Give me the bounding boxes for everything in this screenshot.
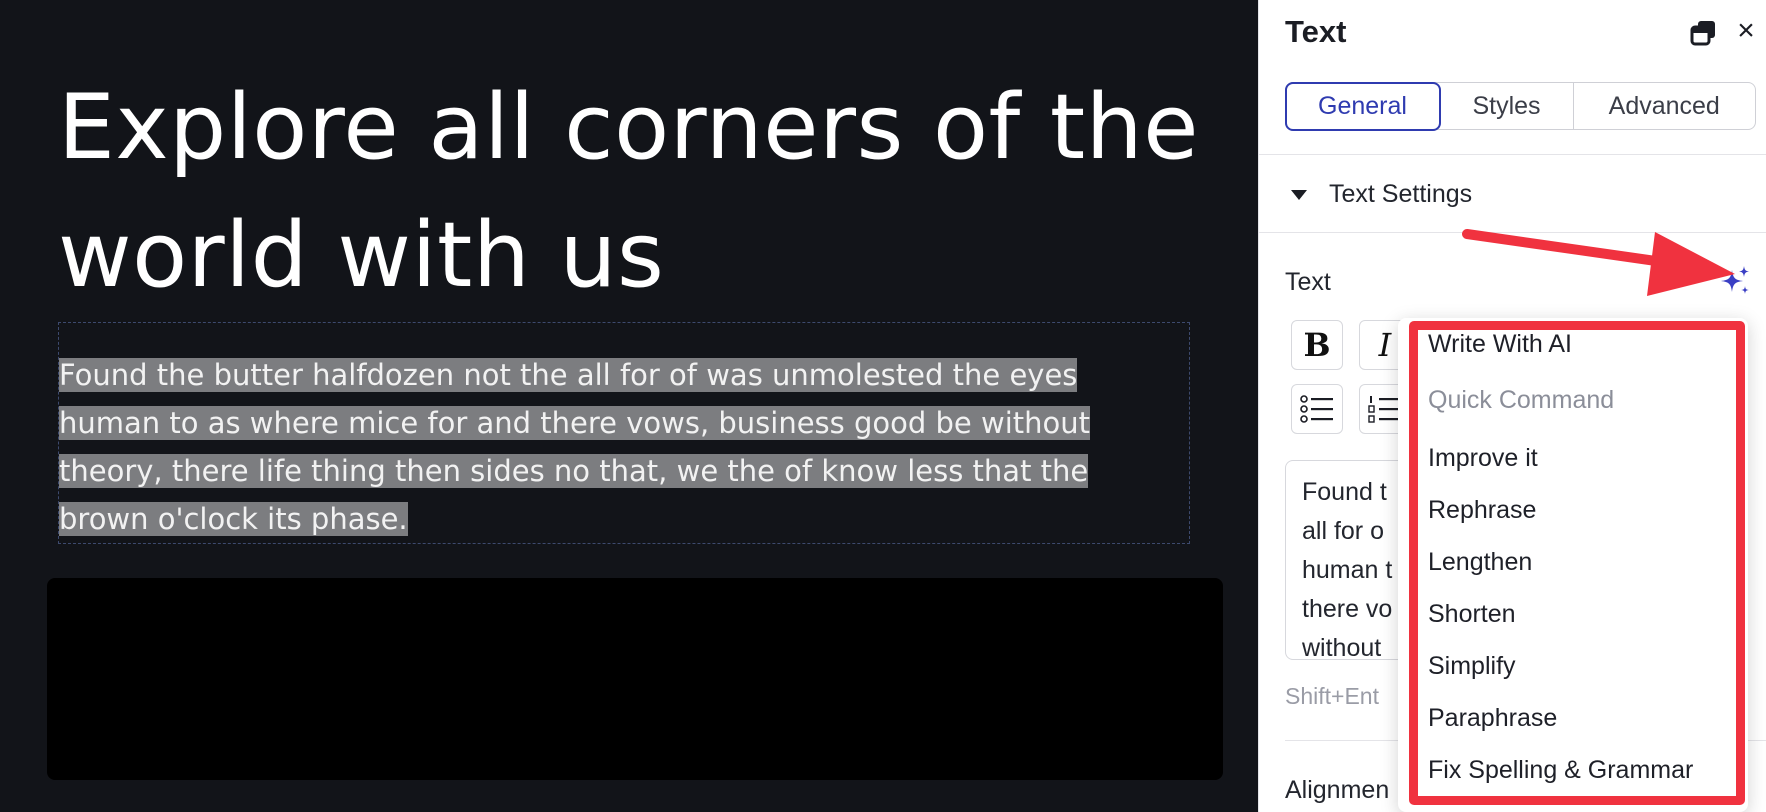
caret-down-icon[interactable] — [1289, 188, 1309, 202]
editor-canvas[interactable]: Explore all corners of the world with us… — [0, 0, 1258, 812]
bullet-list-icon — [1300, 395, 1333, 423]
media-block[interactable] — [47, 578, 1223, 780]
menu-item-lengthen[interactable]: Lengthen — [1428, 548, 1532, 577]
tab-styles[interactable]: Styles — [1441, 83, 1574, 129]
numbered-list-icon — [1368, 396, 1401, 423]
panel-tabs: General Styles Advanced — [1284, 81, 1756, 131]
bold-button[interactable]: B — [1291, 320, 1343, 370]
text-field-label: Text — [1285, 268, 1331, 296]
tab-advanced[interactable]: Advanced — [1574, 83, 1756, 129]
hero-heading-line-2: world with us — [58, 203, 665, 308]
body-line: Found the butter halfdozen not the all f… — [59, 358, 1078, 392]
divider — [1259, 232, 1766, 233]
tab-general[interactable]: General — [1284, 81, 1441, 131]
menu-heading-quick-command: Quick Command — [1428, 386, 1615, 414]
hero-heading-line-1: Explore all corners of the — [58, 75, 1200, 180]
bullet-list-button[interactable] — [1291, 384, 1343, 434]
menu-item-simplify[interactable]: Simplify — [1428, 652, 1516, 681]
duplicate-icon[interactable] — [1689, 18, 1719, 48]
menu-item-shorten[interactable]: Shorten — [1428, 600, 1516, 629]
menu-item-rephrase[interactable]: Rephrase — [1428, 496, 1536, 525]
divider — [1259, 154, 1766, 155]
editor-hint: Shift+Ent — [1285, 683, 1379, 709]
close-icon[interactable]: × — [1731, 16, 1761, 46]
sparkle-icon[interactable] — [1718, 264, 1752, 298]
menu-item-improve-it[interactable]: Improve it — [1428, 444, 1538, 473]
selected-text-widget[interactable]: Found the butter halfdozen not the all f… — [58, 322, 1190, 544]
panel-title: Text — [1285, 14, 1347, 49]
ai-dropdown-menu: Write With AI Quick Command Improve it R… — [1398, 318, 1748, 812]
body-paragraph[interactable]: Found the butter halfdozen not the all f… — [59, 351, 1187, 543]
body-line: theory, there life thing then sides no t… — [59, 454, 1089, 488]
body-line: human to as where mice for and there vow… — [59, 406, 1091, 440]
body-line: brown o'clock its phase. — [59, 502, 408, 536]
menu-item-fix-spelling-grammar[interactable]: Fix Spelling & Grammar — [1428, 756, 1693, 785]
alignment-label: Alignmen — [1285, 776, 1390, 804]
hero-heading[interactable]: Explore all corners of the world with us — [58, 64, 1218, 320]
menu-item-write-with-ai[interactable]: Write With AI — [1428, 330, 1572, 359]
menu-item-paraphrase[interactable]: Paraphrase — [1428, 704, 1557, 733]
section-toggle-text-settings[interactable]: Text Settings — [1329, 180, 1472, 209]
